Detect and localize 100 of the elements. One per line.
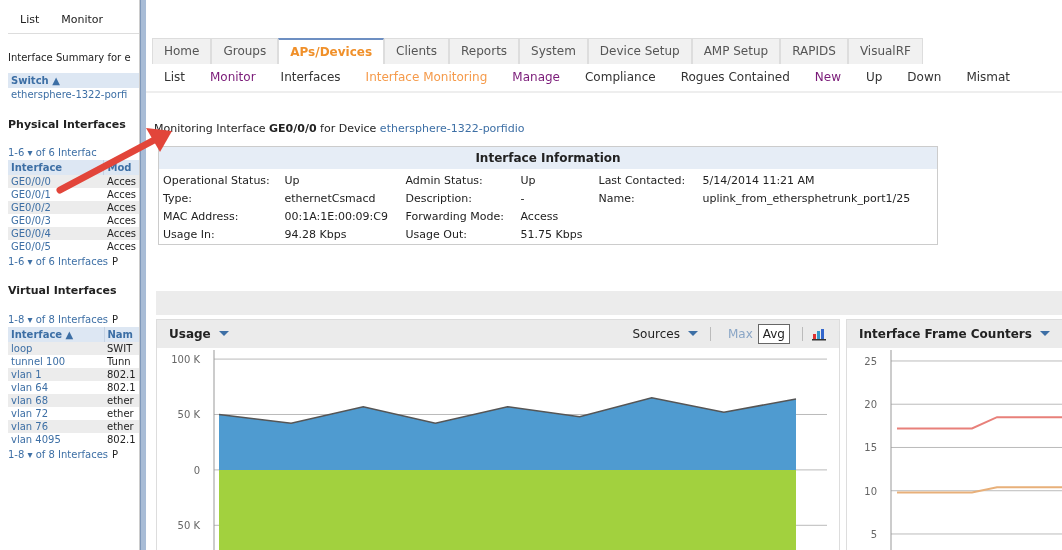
bar-chart-icon[interactable] [811,326,827,341]
section-title: Physical Interfaces [8,116,127,133]
table-cell: 802.1 [104,432,139,446]
nav-link[interactable]: Up [865,68,883,86]
table-cell: Acces [103,175,139,188]
table-cell[interactable]: vlan 76 [8,419,104,433]
nav-link[interactable]: New [814,68,841,86]
table-cell[interactable]: vlan 68 [8,393,104,407]
table-cell[interactable]: GE0/0/2 [8,201,104,214]
field-label: Last Contacted: [594,168,699,190]
tab[interactable]: List [20,12,40,29]
table-cell[interactable]: vlan 4095 [8,432,104,446]
table-cell[interactable]: vlan 72 [8,406,104,420]
tab[interactable]: Device Setup [587,38,692,64]
table-cell[interactable]: GE0/0/0 [8,175,104,188]
pager-text[interactable]: 1-6 ▾ of 6 Interfac [8,145,97,160]
table-cell: Acces [103,188,139,201]
tab[interactable]: RAPIDS [780,38,848,64]
table-cell: Acces [103,201,139,214]
axis-label: 0 [193,464,200,476]
table-cell[interactable]: GE0/0/1 [8,188,104,201]
nav-link[interactable]: Down [907,68,942,86]
pager-text[interactable]: 1-6 ▾ of 6 Interfaces [8,254,109,269]
table-cell[interactable]: tunnel 100 [8,354,104,368]
table-cell: Acces [103,240,139,253]
table-cell[interactable]: ethersphere-1322-porfi [8,87,139,101]
table-title: Interface Information [158,146,938,169]
pager-text: P [112,312,119,327]
axis-label: 100 K [171,353,200,365]
tab[interactable]: AMP Setup [691,38,781,64]
field-label: Forwarding Mode: [404,208,505,225]
table-cell: ether [104,393,139,407]
table-cell: ether [104,419,139,433]
nav-link[interactable]: Manage [512,68,560,86]
nav-link[interactable]: Interfaces [280,68,341,86]
table-cell[interactable]: vlan 1 [8,367,104,381]
table-cell: Acces [103,227,139,240]
field-label: Name: [597,190,636,207]
tab[interactable]: Monitor [61,12,104,29]
table-cell[interactable]: loop [8,341,104,355]
pager-text[interactable]: 1-8 ▾ of 8 Interfaces [8,311,109,327]
table-cell: ether [104,406,139,420]
field-value: 51.75 Kbps [516,225,595,244]
section-title: Virtual Interfaces [8,283,118,299]
field-value: Up [280,168,402,190]
column-header[interactable]: Interface ▲ [8,326,104,342]
axis-label: 15 [864,441,877,453]
pager-text: P [112,447,119,462]
field-value: 5/14/2014 11:21 AM [698,168,938,190]
nav-link[interactable]: Mismat [966,68,1011,86]
tab[interactable]: System [519,38,588,64]
axis-label: 50 K [177,519,200,531]
toggle[interactable]: Avg [757,323,790,344]
field-label: Usage In: [158,225,281,244]
tab[interactable]: Groups [211,38,279,64]
field-label: Admin Status: [401,168,517,190]
axis-label: 50 K [177,409,200,420]
axis-label: 25 [864,355,877,367]
nav-link[interactable]: Monitor [210,68,256,86]
field-label: Operational Status: [158,168,281,190]
table-cell[interactable]: vlan 64 [8,380,104,394]
column-header[interactable]: Interface [8,160,104,175]
tab[interactable]: Reports [449,38,520,64]
field-value: 94.28 Kbps [280,225,402,244]
panel-title[interactable]: Usage [169,324,211,343]
axis-label: 20 [864,398,877,410]
field-label: Description: [404,190,473,207]
nav-link[interactable]: Rogues Contained [680,68,790,86]
table-cell: 802.1 [104,367,139,381]
table-cell: Acces [103,214,139,227]
column-header[interactable]: Nam [104,326,139,342]
field-value: Access [519,208,560,225]
caret-icon[interactable] [1039,331,1050,336]
device-link[interactable]: ethersphere-1322-porfidio [379,122,525,135]
nav-link[interactable]: List [164,68,185,86]
field-label: MAC Address: [158,207,281,226]
field-label: Usage Out: [401,225,517,244]
table-cell: SWIT [104,341,139,355]
table-cell: Tunn [104,354,139,368]
caret-icon[interactable] [687,331,698,336]
field-label: Type: [158,189,281,208]
sources-dropdown[interactable]: Sources [632,324,680,343]
nav-link[interactable]: Compliance [585,68,656,86]
tab[interactable]: Clients [384,38,450,64]
table-cell: 802.1 [104,380,139,394]
table-cell[interactable]: GE0/0/3 [8,214,104,227]
table-cell[interactable]: GE0/0/4 [8,227,104,240]
field-value: uplink_from_ethersphetrunk_port1/25 [698,189,938,208]
caret-icon[interactable] [218,331,229,336]
field-value: 00:1A:1E:00:09:C9 [283,208,389,225]
axis-label: 10 [864,485,877,497]
table-cell[interactable]: GE0/0/5 [8,240,104,253]
pager-text[interactable]: 1-8 ▾ of 8 Interfaces [8,446,109,462]
field-value: ethernetCsmacd [283,190,377,207]
field-value: - [519,190,526,207]
field-value: Up [516,168,595,190]
pager-text: P [112,255,119,269]
tab[interactable]: Home [152,38,212,64]
tab[interactable]: VisualRF [847,38,923,64]
summary-text: Interface Summary for e [8,50,132,65]
